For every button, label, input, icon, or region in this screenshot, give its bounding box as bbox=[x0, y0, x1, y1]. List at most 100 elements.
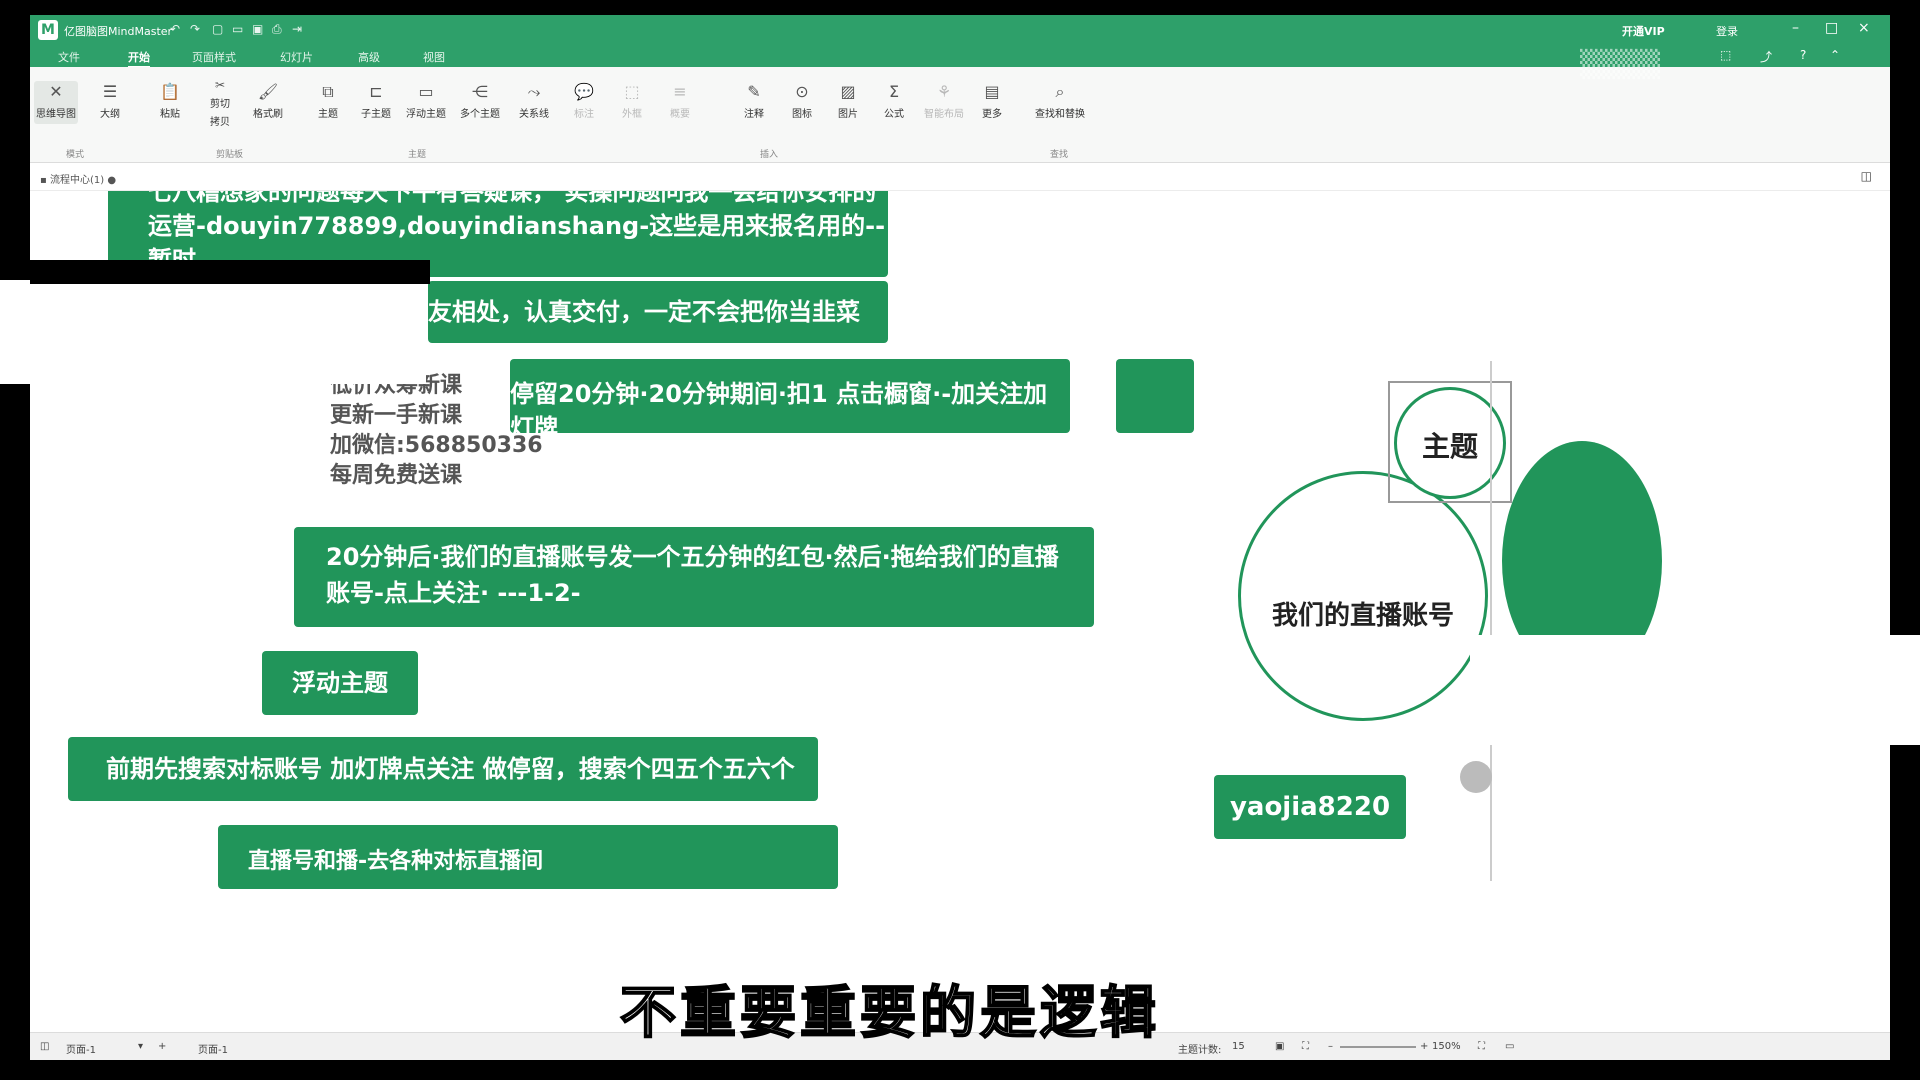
share-icon[interactable]: ⤴ bbox=[1760, 48, 1772, 65]
cut-button[interactable]: ✂ 剪切 bbox=[198, 77, 242, 110]
picture-button[interactable]: ▨ 图片 bbox=[826, 81, 870, 120]
app-title: 亿图脑图MindMaster bbox=[64, 25, 173, 38]
topic-node-empty[interactable] bbox=[1116, 359, 1194, 433]
boundary-button[interactable]: ⬚ 外框 bbox=[610, 81, 654, 120]
ribbon-toolbar: ✕ 思维导图 ☰ 大纲 📋 粘贴 ✂ 剪切 拷贝 🖌 格式刷 ⧉ 主题 ⊏ 子主题 ▭ 浮动主题… bbox=[30, 67, 1890, 163]
expand-icon[interactable]: ⛶ bbox=[1478, 1041, 1485, 1052]
login-button[interactable]: 登录 bbox=[1716, 23, 1738, 39]
vip-button[interactable]: 开通VIP bbox=[1622, 23, 1665, 39]
find-replace-icon: ⌕ bbox=[1055, 82, 1065, 101]
mindmap-mode-button[interactable]: ✕ 思维导图 bbox=[34, 81, 78, 124]
avatar bbox=[1460, 761, 1492, 793]
format-brush-icon: 🖌 bbox=[257, 82, 279, 101]
topic-node-trust[interactable]: 友相处，认真交付，一定不会把你当韭菜 bbox=[428, 281, 888, 343]
zoom-out-icon[interactable]: – bbox=[1328, 1041, 1333, 1052]
topic-node-search[interactable]: 前期先搜索对标账号 加灯牌点关注 做停留，搜索个四五个五六个 bbox=[68, 737, 818, 801]
find-replace-button[interactable]: ⌕ 查找和替换 bbox=[1034, 81, 1086, 120]
page-nav[interactable]: 页面-1 bbox=[66, 1041, 96, 1056]
paste-button[interactable]: 📋 粘贴 bbox=[148, 81, 192, 120]
topic-node-red-packet[interactable]: 20分钟后·我们的直播账号发一个五分钟的红包·然后·拖给我们的直播 账号-点上关… bbox=[294, 527, 1094, 627]
group-find-label: 查找 bbox=[1050, 150, 1069, 160]
floating-topic-button[interactable]: ▭ 浮动主题 bbox=[404, 81, 448, 120]
mark-icon: ⊙ bbox=[795, 82, 809, 101]
callout-icon: 💬 bbox=[574, 82, 594, 101]
group-insert-label: 插入 bbox=[760, 150, 779, 160]
export-icon[interactable]: ⇥ bbox=[292, 22, 302, 36]
boundary-icon: ⬚ bbox=[624, 82, 640, 101]
video-subtitle: 不重要重要的是逻辑 bbox=[619, 980, 1160, 1047]
open-folder-icon[interactable]: ▭ bbox=[232, 22, 243, 36]
tab-slides[interactable]: 幻灯片 bbox=[280, 49, 313, 65]
white-patch-right bbox=[1470, 635, 1920, 745]
help-icon[interactable]: ? bbox=[1800, 48, 1806, 62]
panel-toggle-icon[interactable]: ◫ bbox=[1861, 169, 1872, 183]
outline-mode-button[interactable]: ☰ 大纲 bbox=[88, 81, 132, 120]
mark-button[interactable]: ⊙ 图标 bbox=[780, 81, 824, 120]
zoom-slider[interactable] bbox=[1340, 1046, 1416, 1048]
title-bar: M 亿图脑图MindMaster ↶ ↷ ▢ ▭ ▣ ⎙ ⇥ 开通VIP 登录 … bbox=[30, 15, 1890, 45]
formula-button[interactable]: Σ 公式 bbox=[872, 81, 916, 120]
topic-node-stay[interactable]: 停留20分钟·20分钟期间·扣1 点击橱窗·-加关注加灯牌 bbox=[510, 359, 1070, 442]
multi-topic-button[interactable]: ⋲ 多个主题 bbox=[458, 81, 502, 120]
chevron-down-icon[interactable]: ▾ bbox=[138, 1041, 143, 1052]
publish-icon[interactable]: ⬚ bbox=[1720, 48, 1731, 62]
formula-icon: Σ bbox=[888, 82, 900, 101]
group-topic-label: 主题 bbox=[408, 150, 427, 160]
floating-topic-node[interactable]: 浮动主题 bbox=[262, 651, 418, 715]
tab-file[interactable]: 文件 bbox=[58, 49, 80, 65]
app-window: M 亿图脑图MindMaster ↶ ↷ ▢ ▭ ▣ ⎙ ⇥ 开通VIP 登录 … bbox=[30, 15, 1890, 1060]
more-button[interactable]: ▤ 更多 bbox=[970, 81, 1014, 120]
topic-node-wechat[interactable]: yaojia8220 bbox=[1214, 775, 1406, 839]
note-icon: ✎ bbox=[747, 82, 761, 101]
relation-line-icon: ⤳ bbox=[527, 82, 541, 101]
tab-advanced[interactable]: 高级 bbox=[358, 49, 380, 65]
topic-button[interactable]: ⧉ 主题 bbox=[306, 81, 350, 120]
maximize-icon[interactable]: □ bbox=[1825, 20, 1838, 36]
document-tab-strip: ▪ 流程中心(1) ● ◫ bbox=[30, 163, 1890, 191]
subtopic-icon: ⊏ bbox=[369, 82, 383, 101]
relation-line-button[interactable]: ⤳ 关系线 bbox=[512, 81, 556, 120]
note-button[interactable]: ✎ 注释 bbox=[732, 81, 776, 120]
connector-line bbox=[1490, 361, 1530, 881]
more-icon: ▤ bbox=[984, 82, 1000, 101]
black-bar-overlay bbox=[30, 260, 430, 284]
add-page-icon[interactable]: + bbox=[158, 1041, 166, 1052]
fullscreen-icon[interactable]: ⛶ bbox=[1302, 1041, 1309, 1052]
copy-button[interactable]: 拷贝 bbox=[198, 111, 242, 128]
redo-icon[interactable]: ↷ bbox=[190, 22, 200, 36]
white-block-overlay bbox=[30, 284, 426, 384]
floating-topic-icon: ▭ bbox=[418, 82, 434, 101]
smart-layout-button[interactable]: ⚘ 智能布局 bbox=[922, 81, 966, 120]
presentation-icon[interactable]: ▭ bbox=[1505, 1041, 1514, 1052]
document-tab[interactable]: ▪ 流程中心(1) ● bbox=[40, 171, 116, 186]
print-icon[interactable]: ⎙ bbox=[272, 22, 282, 37]
page-tab[interactable]: 页面-1 bbox=[198, 1041, 228, 1056]
fit-page-icon[interactable]: ▣ bbox=[1275, 1041, 1284, 1052]
paste-icon: 📋 bbox=[160, 82, 180, 101]
summary-button[interactable]: ≡ 概要 bbox=[658, 81, 702, 120]
multi-topic-icon: ⋲ bbox=[472, 82, 488, 101]
tab-home[interactable]: 开始 bbox=[128, 49, 150, 68]
format-brush-button[interactable]: 🖌 格式刷 bbox=[246, 81, 290, 120]
tab-view[interactable]: 视图 bbox=[423, 49, 445, 65]
collapse-ribbon-icon[interactable]: ⌃ bbox=[1830, 48, 1840, 62]
topic-count: 15 bbox=[1232, 1041, 1245, 1052]
tab-page-style[interactable]: 页面样式 bbox=[192, 49, 236, 65]
close-icon[interactable]: × bbox=[1858, 20, 1870, 36]
minimize-icon[interactable]: – bbox=[1792, 20, 1799, 36]
summary-icon: ≡ bbox=[673, 82, 687, 101]
undo-icon[interactable]: ↶ bbox=[170, 22, 180, 36]
watermark-icon: ▒▒▒▒ bbox=[1580, 50, 1660, 80]
topic-node-live-account[interactable]: 直播号和播-去各种对标直播间 bbox=[218, 825, 838, 889]
zoom-level[interactable]: 150% bbox=[1432, 1041, 1461, 1052]
circle-live-account-label: 我们的直播账号 bbox=[1271, 601, 1454, 631]
page-list-icon[interactable]: ◫ bbox=[40, 1041, 49, 1052]
new-file-icon[interactable]: ▢ bbox=[212, 22, 223, 36]
save-icon[interactable]: ▣ bbox=[252, 22, 263, 36]
callout-button[interactable]: 💬 标注 bbox=[562, 81, 606, 120]
subtopic-button[interactable]: ⊏ 子主题 bbox=[354, 81, 398, 120]
group-mode-label: 模式 bbox=[66, 150, 85, 160]
outline-icon: ☰ bbox=[102, 82, 118, 101]
mindmaster-logo-icon: M bbox=[38, 20, 58, 40]
zoom-in-icon[interactable]: + bbox=[1420, 1041, 1428, 1052]
